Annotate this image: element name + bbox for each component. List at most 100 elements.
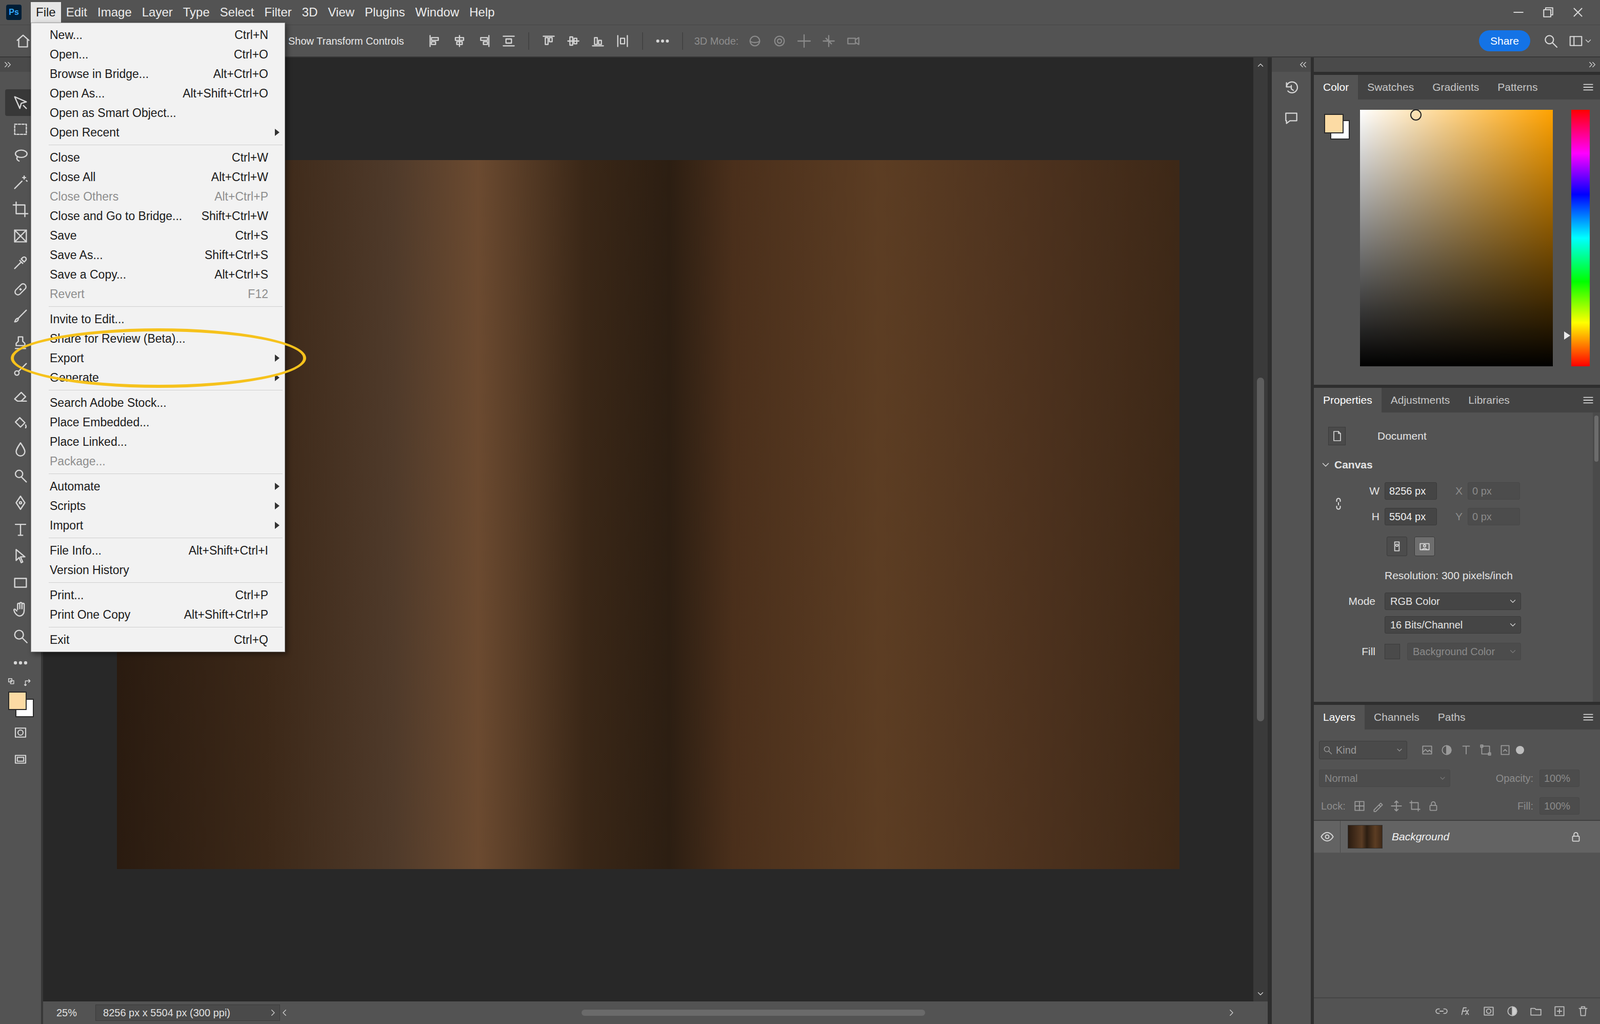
history-panel-button[interactable]	[1277, 74, 1305, 102]
foreground-swatch[interactable]	[1324, 113, 1344, 134]
menubar-item[interactable]: Edit	[61, 2, 93, 23]
panel-tab[interactable]: Channels	[1364, 704, 1429, 730]
menu-item[interactable]: Place Linked...	[31, 431, 285, 452]
horizontal-scrollbar[interactable]	[291, 1008, 1225, 1017]
scroll-thumb[interactable]	[1256, 377, 1265, 722]
menubar-item[interactable]: Window	[410, 2, 465, 23]
expand-icon[interactable]	[3, 60, 13, 70]
menu-item[interactable]: CloseCtrl+W	[31, 147, 285, 168]
distribute-icon[interactable]	[614, 32, 631, 50]
scroll-right-icon[interactable]	[1226, 1007, 1236, 1017]
menu-item[interactable]: Save As...Shift+Ctrl+S	[31, 245, 285, 265]
hue-marker[interactable]	[1564, 331, 1571, 340]
menu-item[interactable]: File Info...Alt+Shift+Ctrl+I	[31, 540, 285, 560]
home-icon[interactable]	[14, 32, 32, 50]
scroll-thumb[interactable]	[581, 1009, 926, 1016]
minimize-icon[interactable]	[1510, 4, 1527, 20]
menu-item[interactable]: ExitCtrl+Q	[31, 629, 285, 650]
menu-item[interactable]: Close AllAlt+Ctrl+W	[31, 167, 285, 187]
document-info[interactable]: 8256 px x 5504 px (300 ppi)	[95, 1004, 280, 1021]
menubar-item[interactable]: Image	[92, 2, 137, 23]
lock-artboard-icon[interactable]	[1408, 798, 1422, 813]
panel-menu-icon[interactable]	[1581, 387, 1600, 413]
scroll-down-icon[interactable]	[1255, 988, 1266, 998]
menubar-item[interactable]: File	[30, 2, 62, 23]
panel-tab[interactable]: Adjustments	[1381, 387, 1460, 413]
panel-menu-icon[interactable]	[1581, 704, 1600, 730]
menu-item[interactable]: Generate	[31, 367, 285, 388]
menu-item[interactable]: New...Ctrl+N	[31, 25, 285, 45]
vertical-scrollbar[interactable]	[1253, 57, 1268, 1002]
menu-item[interactable]: Save a Copy...Alt+Ctrl+S	[31, 264, 285, 285]
app-logo[interactable]: Ps	[6, 4, 22, 20]
close-icon[interactable]	[1570, 4, 1586, 20]
menu-item[interactable]: Search Adobe Stock...	[31, 392, 285, 413]
panel-tab[interactable]: Swatches	[1357, 74, 1424, 100]
lock-all-icon[interactable]	[1426, 798, 1440, 813]
menu-item[interactable]: Automate	[31, 476, 285, 496]
show-transform-controls-label[interactable]: Show Transform Controls	[288, 33, 405, 49]
swap-colors-icon[interactable]	[22, 676, 34, 689]
shape-filter-icon[interactable]	[1478, 743, 1493, 757]
panel-tab[interactable]: Color	[1313, 74, 1358, 100]
foreground-swatch[interactable]	[8, 691, 27, 710]
quick-mask-button[interactable]	[5, 718, 36, 746]
menu-item[interactable]: SaveCtrl+S	[31, 225, 285, 246]
menu-item[interactable]: Print...Ctrl+P	[31, 585, 285, 605]
distribute-icon[interactable]	[540, 32, 557, 50]
menu-item[interactable]: Browse in Bridge...Alt+Ctrl+O	[31, 64, 285, 84]
menu-item[interactable]: Import	[31, 515, 285, 535]
filter-kind-dropdown[interactable]: Kind	[1318, 740, 1408, 759]
layer-style-icon[interactable]	[1458, 1004, 1472, 1018]
collapse-icon[interactable]	[1587, 60, 1597, 70]
menu-item[interactable]: Export	[31, 348, 285, 368]
menubar-item[interactable]: View	[323, 2, 360, 23]
scroll-left-icon[interactable]	[280, 1007, 290, 1017]
panel-menu-icon[interactable]	[1581, 74, 1600, 100]
panel-tab[interactable]: Patterns	[1488, 74, 1547, 100]
menu-item[interactable]: Close and Go to Bridge...Shift+Ctrl+W	[31, 206, 285, 226]
fill-swatch[interactable]	[1384, 643, 1400, 659]
properties-scrollbar[interactable]	[1592, 412, 1600, 702]
hue-slider[interactable]	[1564, 109, 1600, 367]
menubar-item[interactable]: 3D	[296, 2, 324, 23]
color-field[interactable]	[1360, 109, 1553, 367]
menubar-item[interactable]: Filter	[259, 2, 297, 23]
panel-tab[interactable]: Libraries	[1458, 387, 1519, 413]
lock-position-icon[interactable]	[1389, 798, 1404, 813]
menu-item[interactable]: Invite to Edit...	[31, 309, 285, 329]
adjustment-filter-icon[interactable]	[1440, 743, 1454, 757]
tool-button[interactable]	[5, 649, 36, 676]
panel-tab[interactable]: Properties	[1313, 387, 1382, 413]
layer-name[interactable]: Background	[1391, 828, 1450, 845]
panel-tab[interactable]: Paths	[1428, 704, 1475, 730]
menubar-item[interactable]: Plugins	[359, 2, 411, 23]
workspace-switcher[interactable]	[1568, 33, 1593, 49]
default-colors-icon[interactable]	[7, 676, 19, 689]
panel-tab[interactable]: Layers	[1313, 704, 1365, 730]
canvas-section-header[interactable]: Canvas	[1313, 456, 1593, 473]
lock-image-icon[interactable]	[1371, 798, 1385, 813]
layer-row[interactable]: Background	[1313, 820, 1600, 853]
scroll-thumb[interactable]	[1594, 415, 1599, 462]
filter-toggle[interactable]	[1515, 745, 1525, 754]
link-icon[interactable]	[1331, 496, 1346, 511]
menu-item[interactable]: Open Recent	[31, 122, 285, 143]
menu-item[interactable]: Place Embedded...	[31, 412, 285, 432]
share-button[interactable]: Share	[1478, 30, 1531, 52]
height-field[interactable]: 5504 px	[1384, 507, 1437, 526]
menu-item[interactable]: Scripts	[31, 495, 285, 516]
menubar-item[interactable]: Help	[464, 2, 500, 23]
menu-item[interactable]: Open as Smart Object...	[31, 103, 285, 123]
collapse-icon[interactable]	[1298, 60, 1308, 70]
menubar-item[interactable]: Select	[214, 2, 260, 23]
portrait-button[interactable]	[1386, 536, 1408, 556]
more-options-icon[interactable]	[654, 32, 671, 50]
layer-mask-icon[interactable]	[1482, 1004, 1496, 1018]
hue-bar[interactable]	[1571, 109, 1590, 367]
menu-item[interactable]: Share for Review (Beta)...	[31, 328, 285, 349]
menubar-item[interactable]: Layer	[136, 2, 178, 23]
menubar-item[interactable]: Type	[177, 2, 215, 23]
type-filter-icon[interactable]	[1459, 743, 1473, 757]
zoom-level[interactable]: 25%	[56, 1004, 77, 1020]
